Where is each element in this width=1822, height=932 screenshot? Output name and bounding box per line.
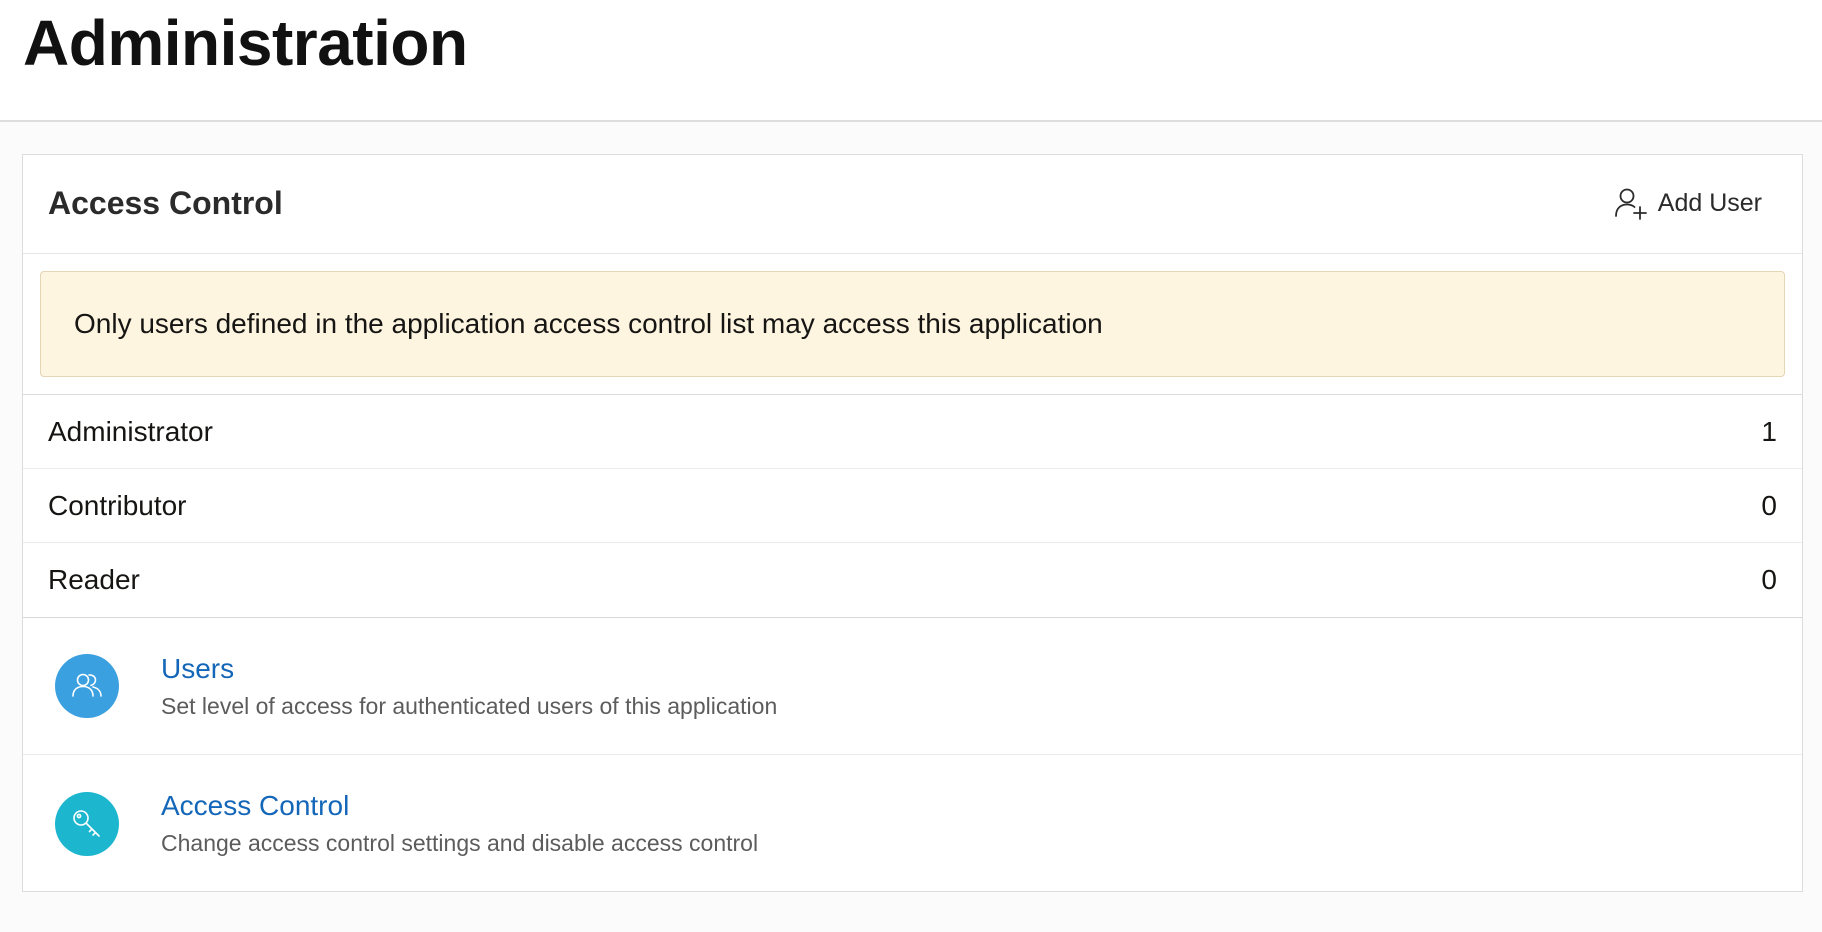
alert-container: Only users defined in the application ac… xyxy=(23,254,1802,395)
page-title: Administration xyxy=(23,7,468,79)
users-description: Set level of access for authenticated us… xyxy=(161,692,778,719)
access-alert: Only users defined in the application ac… xyxy=(40,271,1785,377)
list-item-access-control[interactable]: Access Control Change access control set… xyxy=(23,755,1802,892)
role-count: 1 xyxy=(1761,415,1777,447)
region-header: Access Control Add User xyxy=(23,155,1802,254)
page-header: Administration xyxy=(0,0,1822,122)
role-row-reader: Reader 0 xyxy=(23,543,1802,617)
admin-links-list: Users Set level of access for authentica… xyxy=(23,618,1802,892)
add-user-button[interactable]: Add User xyxy=(1610,183,1766,223)
role-count: 0 xyxy=(1761,564,1777,595)
list-item-body: Users Set level of access for authentica… xyxy=(161,653,777,720)
alert-message: Only users defined in the application ac… xyxy=(74,308,1103,339)
users-link[interactable]: Users xyxy=(161,653,777,685)
list-item-users[interactable]: Users Set level of access for authentica… xyxy=(23,618,1802,755)
access-control-description: Change access control settings and disab… xyxy=(161,830,759,856)
user-add-icon xyxy=(1614,186,1648,220)
role-row-contributor: Contributor 0 xyxy=(23,469,1802,543)
role-name: Contributor xyxy=(48,489,187,521)
role-count-list: Administrator 1 Contributor 0 Reader 0 xyxy=(23,395,1802,618)
key-icon xyxy=(55,791,119,856)
region-title: Access Control xyxy=(48,185,283,221)
users-icon xyxy=(55,654,119,718)
list-item-body: Access Control Change access control set… xyxy=(161,790,758,857)
add-user-label: Add User xyxy=(1657,188,1762,217)
role-count: 0 xyxy=(1761,489,1777,521)
access-control-region: Access Control Add User Only users defin… xyxy=(22,154,1803,892)
access-control-link[interactable]: Access Control xyxy=(161,790,758,822)
role-row-administrator: Administrator 1 xyxy=(23,395,1802,469)
role-name: Reader xyxy=(48,564,140,595)
role-name: Administrator xyxy=(48,415,213,447)
